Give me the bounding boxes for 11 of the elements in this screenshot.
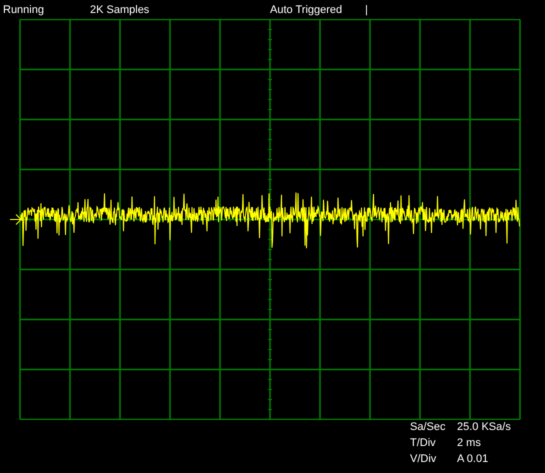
reading-value: 2 ms [457,436,482,451]
reading-label: V/Div [410,452,438,467]
reading-label: T/Div [410,436,437,451]
reading-value: 25.0 KSa/s [457,420,512,435]
trigger-mode: Auto Triggered [270,4,344,16]
trigger-marker: | [365,4,368,16]
sample-count: 2K Samples [90,4,150,16]
reading-label: Sa/Sec [410,420,446,435]
trigger-arrow-icon [10,214,22,225]
run-state: Running [3,4,45,16]
reading-value: A 0.01 [457,452,490,467]
